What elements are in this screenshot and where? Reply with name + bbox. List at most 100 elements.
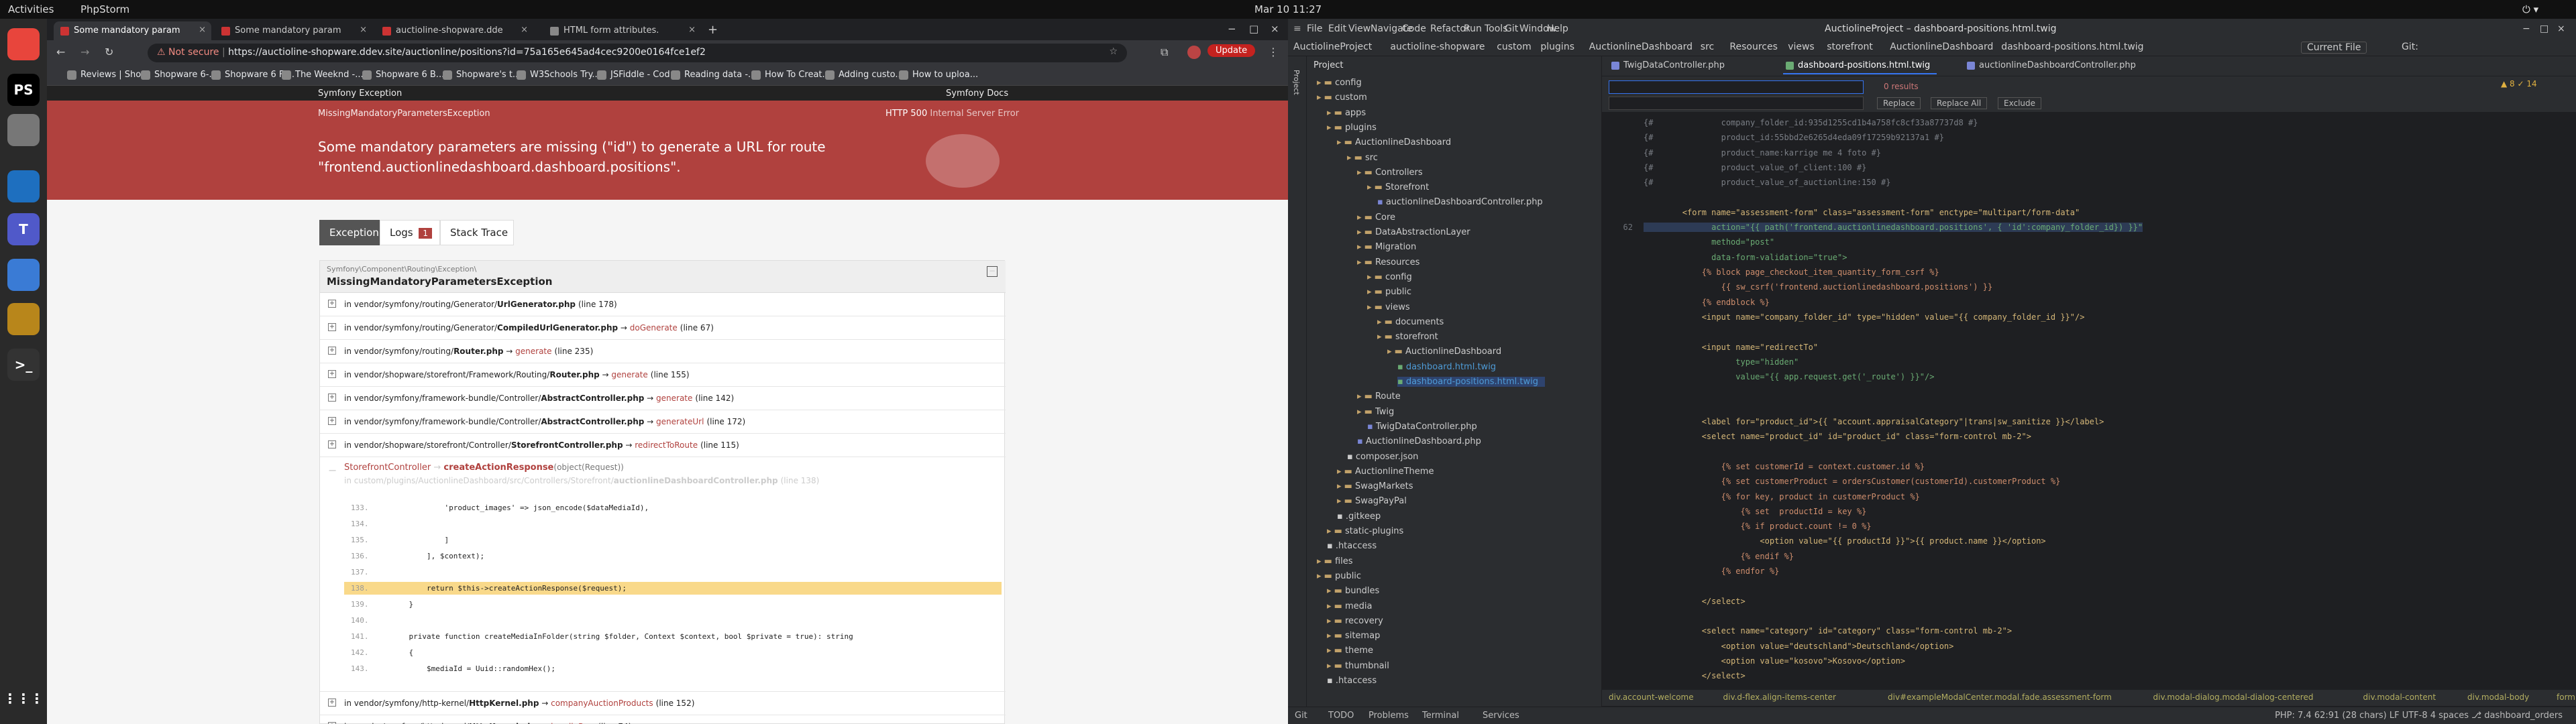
breadcrumb-item[interactable]: plugins <box>1540 42 1574 52</box>
text-editor-icon[interactable] <box>7 259 40 291</box>
html-breadcrumb[interactable]: form.ass <box>2557 692 2576 702</box>
menu-help[interactable]: Help <box>1547 23 1568 34</box>
breadcrumb-item[interactable]: views <box>1788 42 1815 52</box>
expand-icon[interactable]: + <box>328 323 336 331</box>
bookmark-item[interactable]: W3Schools Try... <box>517 70 600 80</box>
browser-tab[interactable]: Some mandatory param × <box>54 21 211 40</box>
browser-tab[interactable]: HTML form attributes. × <box>543 21 701 40</box>
tab-logs[interactable]: Logs 1 <box>380 220 440 245</box>
terminal-icon[interactable]: >_ <box>7 349 40 381</box>
tree-node-file[interactable]: ▪ .htaccess <box>1327 541 1383 551</box>
tree-node-folder[interactable]: ▸ ▬ Migration <box>1357 242 1423 252</box>
expand-icon[interactable]: + <box>328 417 336 425</box>
expand-icon[interactable]: + <box>328 347 336 355</box>
bookmark-item[interactable]: Shopware's t... <box>443 70 521 80</box>
html-breadcrumb[interactable]: div.modal-dialog.modal-dialog-centered <box>2153 692 2314 702</box>
breadcrumb-item[interactable]: custom <box>1497 42 1532 52</box>
exclude-button[interactable]: Exclude <box>1998 97 2042 109</box>
tree-node-folder[interactable]: ▸ ▬ SwagPayPal <box>1337 496 1413 506</box>
trace-frame[interactable]: +in vendor/symfony/http-kernel/HttpKerne… <box>320 692 1006 715</box>
forward-icon[interactable]: → <box>80 46 89 58</box>
editor-tab[interactable]: auctionlineDashboardController.php <box>1964 60 2143 70</box>
menu-kebab-icon[interactable]: ⋮ <box>1268 46 1279 58</box>
update-button[interactable]: Update <box>1208 44 1256 57</box>
new-tab-button[interactable]: + <box>708 23 718 37</box>
close-tab-icon[interactable]: × <box>521 25 528 35</box>
tree-node-folder[interactable]: ▸ ▬ AuctionlineDashboard <box>1337 137 1458 147</box>
tree-node-folder[interactable]: ▸ ▬ custom <box>1317 93 1374 103</box>
menu-file[interactable]: File <box>1307 23 1322 34</box>
collapse-frame-icon[interactable]: − <box>328 464 337 477</box>
trace-frame[interactable]: + in vendor/symfony/framework-bundle/Cont… <box>320 387 1006 410</box>
tree-node-folder[interactable]: ▸ ▬ apps <box>1327 108 1373 118</box>
breadcrumb-item[interactable]: storefront <box>1827 42 1873 52</box>
tree-node-folder[interactable]: ▸ ▬ theme <box>1327 646 1380 656</box>
ide-menu-icon[interactable]: ≡ <box>1293 23 1301 34</box>
back-icon[interactable]: ← <box>56 46 65 58</box>
tree-node-php[interactable]: ▪ auctionlineDashboardController.php <box>1377 197 1550 207</box>
tab-exception[interactable]: Exception <box>319 220 380 245</box>
status-tool-problems[interactable]: Problems <box>1368 711 1409 721</box>
teams-icon[interactable]: T <box>7 213 40 245</box>
breadcrumb-item[interactable]: AuctiolineProject <box>1293 42 1372 52</box>
activities-button[interactable]: Activities <box>8 3 54 15</box>
expand-icon[interactable]: + <box>328 394 336 402</box>
tree-node-folder[interactable]: ▸ ▬ Storefront <box>1367 182 1436 192</box>
expand-icon[interactable]: + <box>328 699 336 707</box>
tree-node-folder[interactable]: ▸ ▬ sitemap <box>1327 631 1387 641</box>
vscode-icon[interactable] <box>7 170 40 202</box>
trace-frame[interactable]: +in vendor/symfony/http-kernel/HttpKerne… <box>320 715 1006 724</box>
status-tool-services[interactable]: Services <box>1483 711 1519 721</box>
tree-node-folder[interactable]: ▸ ▬ Route <box>1357 391 1407 402</box>
replace-button[interactable]: Replace <box>1877 97 1921 109</box>
ide-minimize-icon[interactable]: − <box>2522 23 2530 34</box>
expand-icon[interactable]: + <box>328 300 336 308</box>
editor-tab[interactable]: dashboard-positions.html.twig <box>1783 60 1937 74</box>
ide-maximize-icon[interactable]: □ <box>2540 23 2548 34</box>
breadcrumb-item[interactable]: auctioline-shopware <box>1390 42 1485 52</box>
bookmark-item[interactable]: Reading data -... <box>671 70 756 80</box>
trace-frame[interactable]: + in vendor/symfony/routing/Generator/Url… <box>320 293 1006 316</box>
tree-node-folder[interactable]: ▸ ▬ AuctionlineTheme <box>1337 467 1440 477</box>
address-bar[interactable]: ⚠ Not secure | https://auctioline-shopwa… <box>148 44 1127 62</box>
tree-node-folder[interactable]: ▸ ▬ documents <box>1377 317 1450 327</box>
trace-frame[interactable]: + in vendor/symfony/routing/Router.php → … <box>320 340 1006 363</box>
tree-node-folder[interactable]: ▸ ▬ DataAbstractionLayer <box>1357 227 1477 237</box>
clock[interactable]: Mar 10 11:27 <box>1254 3 1322 15</box>
tree-node-php[interactable]: ▪ TwigDataController.php <box>1367 422 1484 432</box>
breadcrumb-item[interactable]: AuctionlineDashboard <box>1589 42 1693 52</box>
close-tab-icon[interactable]: × <box>199 25 206 35</box>
tree-node-twig[interactable]: ▪ dashboard-positions.html.twig <box>1397 377 1546 387</box>
status-tool-todo[interactable]: TODO <box>1328 711 1354 721</box>
tree-node-folder[interactable]: ▸ ▬ static-plugins <box>1327 526 1410 536</box>
tree-node-folder[interactable]: ▸ ▬ Controllers <box>1357 168 1430 178</box>
tree-node-folder[interactable]: ▸ ▬ bundles <box>1327 586 1386 596</box>
editor-tab[interactable]: TwigDataController.php <box>1609 60 1731 70</box>
tree-node-folder[interactable]: ▸ ▬ views <box>1367 302 1417 312</box>
extensions-icon[interactable]: ⧉ <box>1161 46 1168 59</box>
menu-view[interactable]: View <box>1348 23 1371 34</box>
bookmark-item[interactable]: JSFiddle - Cod... <box>597 70 678 80</box>
collapse-icon[interactable]: − <box>987 266 998 277</box>
project-panel-title[interactable]: Project <box>1313 60 1343 70</box>
browser-tab[interactable]: Some mandatory param × <box>215 21 372 40</box>
status-tool-git[interactable]: Git <box>1295 711 1307 721</box>
close-tab-icon[interactable]: × <box>360 25 367 35</box>
bookmark-star-icon[interactable]: ☆ <box>1109 46 1118 57</box>
reload-icon[interactable]: ↻ <box>105 46 113 58</box>
active-app-label[interactable]: PhpStorm <box>80 3 129 15</box>
tree-node-php[interactable]: ▪ AuctionlineDashboard.php <box>1357 436 1488 446</box>
menu-edit[interactable]: Edit <box>1328 23 1346 34</box>
menu-git[interactable]: Git <box>1505 23 1518 34</box>
phpstorm-icon[interactable]: PS <box>7 74 40 106</box>
bookmark-item[interactable]: Shopware 6-... <box>141 70 217 80</box>
tree-node-folder[interactable]: ▸ ▬ recovery <box>1327 616 1390 626</box>
bookmark-item[interactable]: Reviews | Sho... <box>67 70 149 80</box>
trace-frame[interactable]: + in vendor/symfony/framework-bundle/Cont… <box>320 410 1006 434</box>
replace-input[interactable] <box>1609 97 1864 110</box>
tree-node-folder[interactable]: ▸ ▬ AuctionlineDashboard <box>1387 347 1508 357</box>
breadcrumb-item[interactable]: src <box>1701 42 1714 52</box>
tree-node-folder[interactable]: ▸ ▬ src <box>1347 153 1385 163</box>
html-breadcrumb[interactable]: div.account-welcome <box>1609 692 1694 702</box>
tree-node-folder[interactable]: ▸ ▬ plugins <box>1327 123 1383 133</box>
